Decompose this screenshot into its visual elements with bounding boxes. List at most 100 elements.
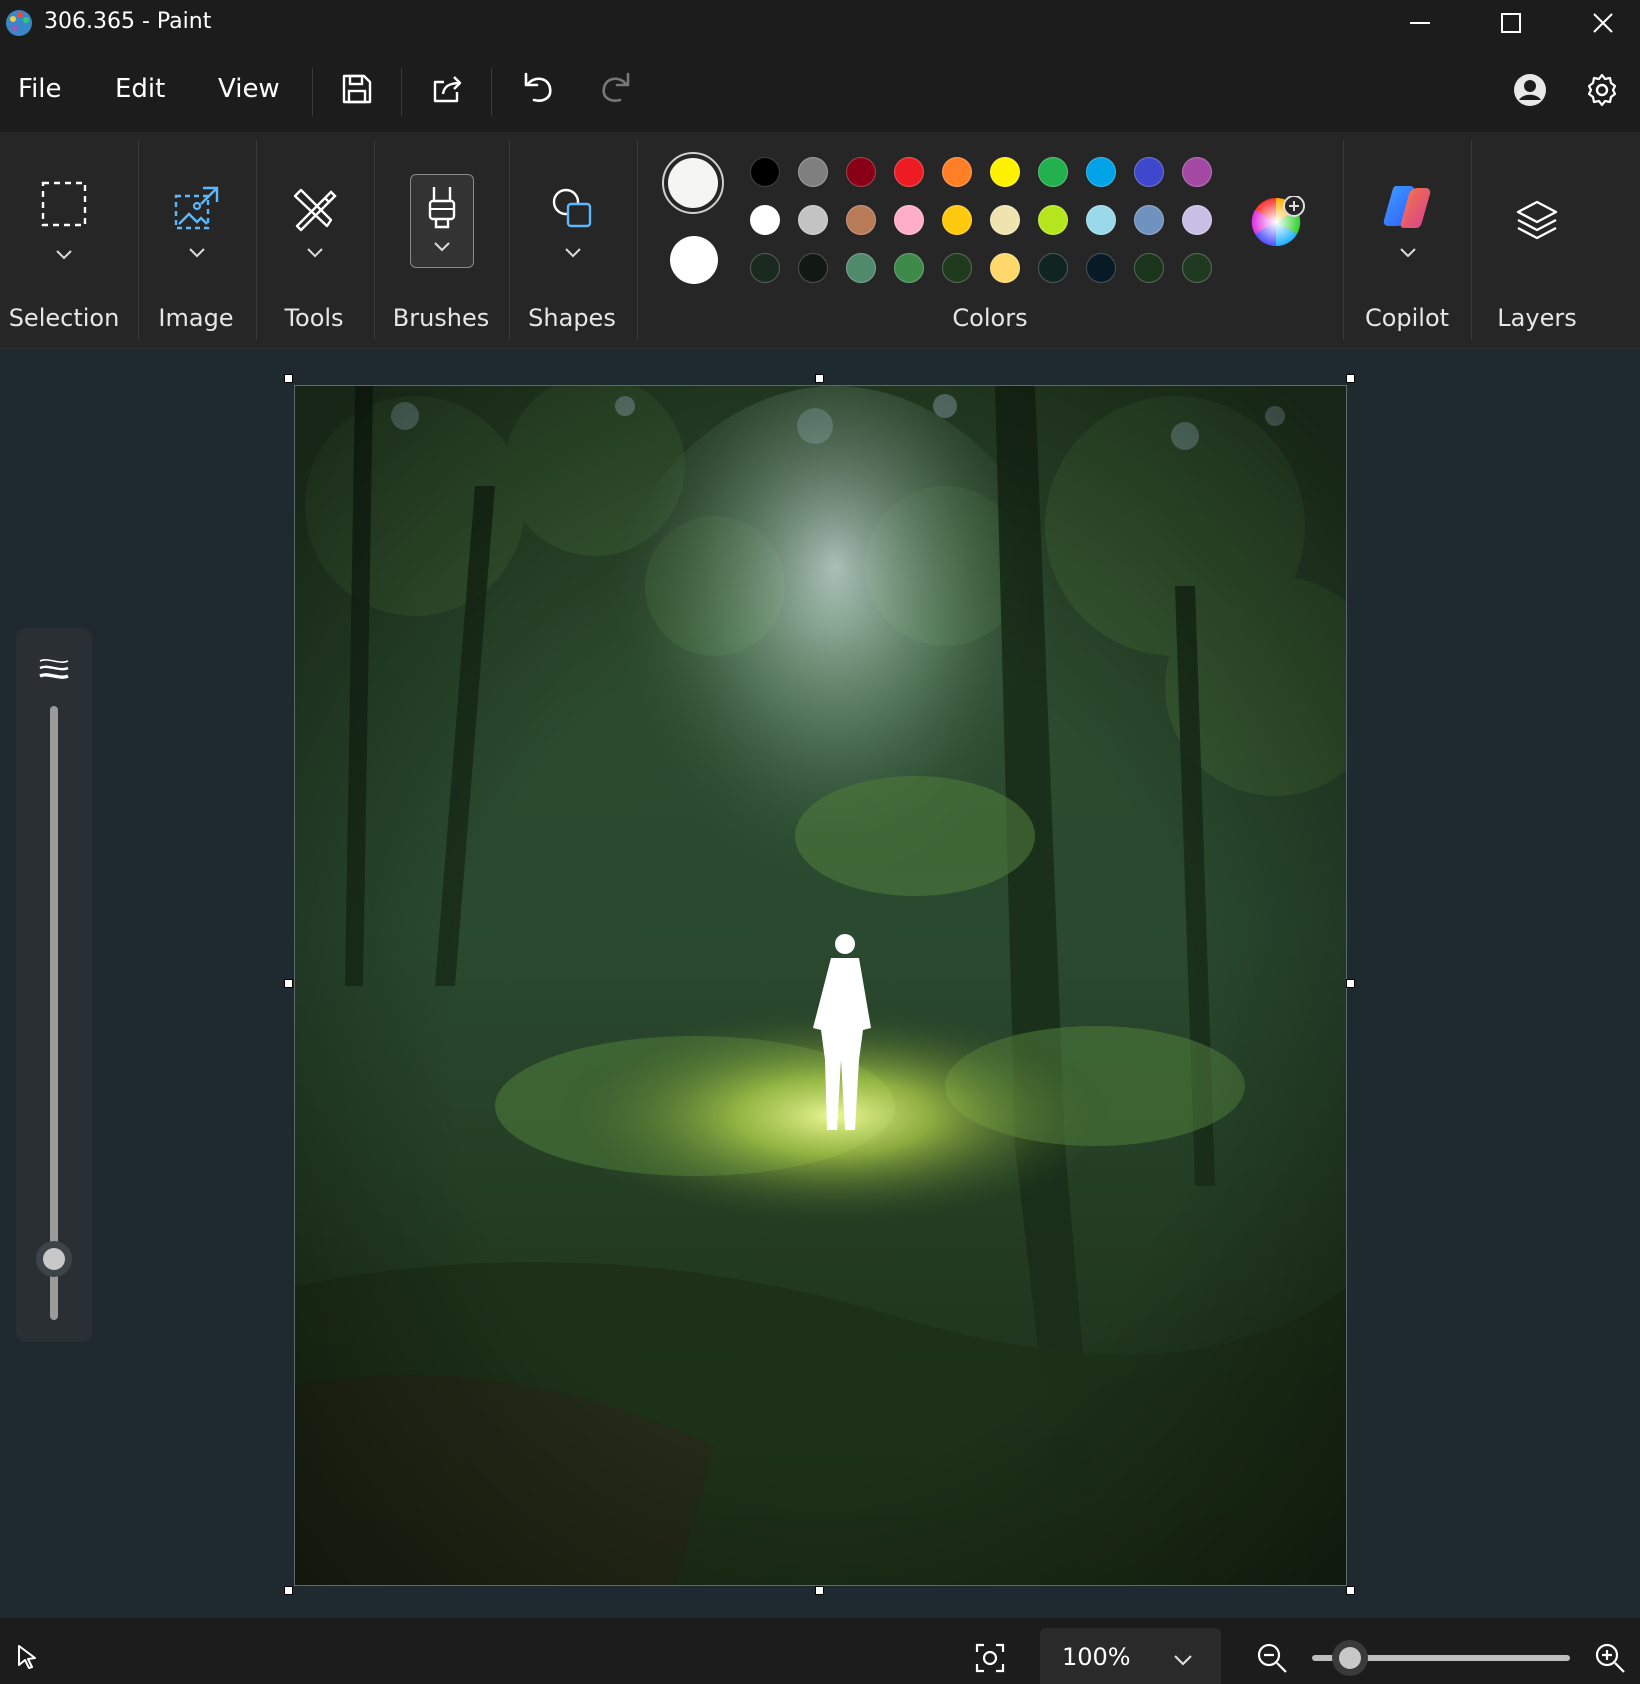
color-swatch[interactable]	[942, 205, 972, 235]
stroke-size-icon	[39, 659, 69, 679]
edit-colors-button[interactable]	[1250, 195, 1308, 258]
layers-button[interactable]	[1514, 198, 1560, 248]
color-swatch[interactable]	[1038, 253, 1068, 283]
color-swatch[interactable]	[1134, 157, 1164, 187]
image-resize-icon	[174, 186, 219, 230]
ribbon-divider	[256, 140, 257, 340]
menu-view[interactable]: View	[218, 74, 280, 104]
group-label-copilot: Copilot	[1364, 304, 1450, 332]
image-tool-button[interactable]	[173, 184, 221, 236]
selection-dropdown[interactable]	[55, 246, 73, 265]
menu-divider	[401, 68, 402, 116]
color-swatch[interactable]	[942, 253, 972, 283]
redo-button[interactable]	[598, 70, 634, 110]
resize-handle-bottom-left[interactable]	[284, 1586, 293, 1595]
group-label-brushes: Brushes	[392, 304, 490, 332]
status-bar	[0, 1618, 1640, 1684]
color-swatch[interactable]	[1086, 205, 1116, 235]
color-swatch[interactable]	[1182, 157, 1212, 187]
ribbon-divider	[637, 140, 638, 340]
shapes-icon	[552, 188, 592, 228]
color-wheel-icon	[1251, 195, 1305, 247]
zoom-slider-thumb[interactable]	[1332, 1640, 1368, 1676]
menu-divider	[312, 68, 313, 116]
primary-color-button[interactable]	[662, 152, 724, 214]
zoom-value: 100%	[1062, 1643, 1131, 1671]
brushes-button[interactable]	[410, 174, 474, 268]
color-swatch[interactable]	[894, 253, 924, 283]
color-swatch[interactable]	[942, 157, 972, 187]
copilot-dropdown[interactable]	[1399, 244, 1417, 263]
window-title: 306.365 - Paint	[44, 9, 212, 34]
resize-handle-top[interactable]	[815, 374, 824, 383]
resize-handle-right[interactable]	[1346, 979, 1355, 988]
color-swatch[interactable]	[1038, 157, 1068, 187]
stroke-size-thumb[interactable]	[36, 1241, 72, 1277]
color-swatch[interactable]	[894, 205, 924, 235]
color-swatch[interactable]	[846, 157, 876, 187]
ribbon-divider	[138, 140, 139, 340]
color-swatch[interactable]	[798, 157, 828, 187]
ribbon-divider	[1343, 140, 1344, 340]
zoom-in-button[interactable]	[1594, 1642, 1626, 1678]
image-dropdown[interactable]	[188, 244, 206, 263]
canvas-image[interactable]	[294, 385, 1347, 1586]
copilot-button[interactable]	[1382, 182, 1434, 236]
resize-handle-bottom[interactable]	[815, 1586, 824, 1595]
color-swatch[interactable]	[1182, 253, 1212, 283]
account-button[interactable]	[1512, 72, 1548, 112]
stroke-size-track[interactable]	[50, 706, 58, 1320]
settings-button[interactable]	[1584, 72, 1620, 112]
tools-button[interactable]	[291, 184, 339, 236]
close-button[interactable]	[1558, 0, 1640, 46]
color-swatch[interactable]	[1182, 205, 1212, 235]
color-swatch[interactable]	[798, 253, 828, 283]
color-swatch[interactable]	[990, 205, 1020, 235]
menu-divider	[491, 68, 492, 116]
secondary-color-button[interactable]	[670, 236, 718, 284]
resize-handle-bottom-right[interactable]	[1346, 1586, 1355, 1595]
group-label-layers: Layers	[1497, 304, 1577, 332]
color-swatch[interactable]	[990, 253, 1020, 283]
tools-dropdown[interactable]	[306, 244, 324, 263]
color-swatch[interactable]	[894, 157, 924, 187]
selection-tool-button[interactable]	[40, 180, 88, 232]
save-button[interactable]	[340, 72, 374, 110]
color-swatch[interactable]	[750, 157, 780, 187]
undo-button[interactable]	[520, 70, 556, 110]
color-swatch[interactable]	[750, 253, 780, 283]
zoom-dropdown-arrow[interactable]	[1173, 1652, 1193, 1671]
shapes-button[interactable]	[550, 186, 596, 236]
group-label-image: Image	[158, 304, 234, 332]
share-button[interactable]	[430, 72, 464, 110]
color-swatch[interactable]	[1134, 205, 1164, 235]
account-icon	[1514, 74, 1546, 106]
color-swatch[interactable]	[750, 205, 780, 235]
color-swatch[interactable]	[1134, 253, 1164, 283]
paint-palette-icon	[4, 8, 34, 38]
brush-icon	[428, 187, 456, 229]
color-swatch[interactable]	[846, 253, 876, 283]
color-swatch[interactable]	[846, 205, 876, 235]
maximize-button[interactable]	[1466, 0, 1556, 46]
zoom-out-button[interactable]	[1256, 1642, 1288, 1678]
minimize-button[interactable]	[1375, 0, 1465, 46]
fit-to-window-button[interactable]	[974, 1642, 1006, 1678]
color-swatch[interactable]	[798, 205, 828, 235]
color-swatch[interactable]	[990, 157, 1020, 187]
menu-file[interactable]: File	[18, 74, 62, 104]
group-label-colors: Colors	[952, 304, 1028, 332]
resize-handle-top-left[interactable]	[284, 374, 293, 383]
tools-icon	[293, 188, 337, 232]
resize-handle-left[interactable]	[284, 979, 293, 988]
menu-edit[interactable]: Edit	[115, 74, 165, 104]
color-swatch[interactable]	[1086, 253, 1116, 283]
forest-painting	[295, 386, 1346, 1585]
group-label-selection: Selection	[8, 304, 120, 332]
shapes-dropdown[interactable]	[564, 244, 582, 263]
resize-handle-top-right[interactable]	[1346, 374, 1355, 383]
stroke-size-thumb-dot	[43, 1248, 65, 1270]
color-swatch[interactable]	[1086, 157, 1116, 187]
color-swatch[interactable]	[1038, 205, 1068, 235]
zoom-in-icon	[1595, 1643, 1625, 1673]
